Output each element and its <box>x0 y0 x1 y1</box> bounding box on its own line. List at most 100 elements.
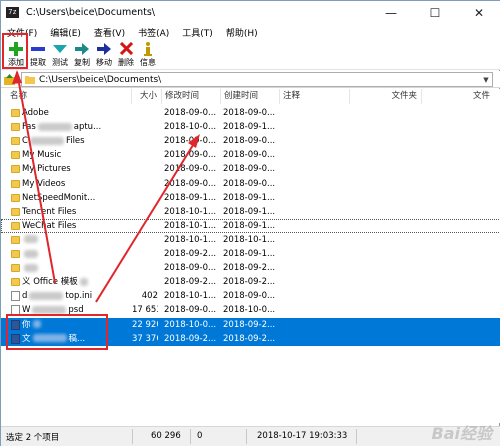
folder-icon <box>11 123 20 132</box>
file-row[interactable]: Fas aptu... 2018-10-0... 2018-09-1... <box>1 120 500 134</box>
chevron-down-icon[interactable]: ▼ <box>480 73 492 86</box>
status-size: 60 296 <box>151 431 181 441</box>
test-label: 测试 <box>52 58 68 67</box>
file-manager-window: 7z C:\Users\beice\Documents\ — ☐ ✕ 文件(F)… <box>0 0 500 446</box>
column-header-comment[interactable]: 注释 <box>280 89 350 104</box>
status-selection: 选定 2 个项目 <box>6 433 60 443</box>
file-name-text: 义 Office 模板 <box>22 277 78 288</box>
up-folder-icon[interactable] <box>1 73 17 85</box>
info-icon <box>140 41 156 56</box>
modified-time: 2018-09-0... <box>164 108 217 118</box>
file-row[interactable]: WeChat Files 2018-10-1... 2018-09-1... <box>1 218 500 233</box>
file-name-text: Tencent Files <box>22 206 77 217</box>
minimize-button[interactable]: — <box>369 1 413 24</box>
modified-time: 2018-09-0... <box>164 263 217 274</box>
folder-icon <box>11 151 20 160</box>
copy-button[interactable]: 复制 <box>71 40 93 70</box>
modified-time: 2018-10-1... <box>164 234 217 245</box>
word-document-icon <box>11 319 20 330</box>
redacted-text <box>37 122 72 131</box>
folder-icon <box>11 250 20 258</box>
add-button[interactable]: 添加 <box>5 40 27 70</box>
modified-time: 2018-09-0... <box>164 305 217 316</box>
redacted-text <box>24 235 38 244</box>
file-name-text: NetSpeedMonit... <box>22 192 96 203</box>
file-name-tail: aptu... <box>73 122 102 133</box>
move-button[interactable]: 移动 <box>93 40 115 70</box>
delete-button[interactable]: 删除 <box>115 40 137 70</box>
file-row[interactable]: Wpsd17 653 7652018-09-0...2018-10-0... <box>1 303 500 317</box>
status-divider <box>356 429 357 444</box>
file-icon <box>11 291 20 302</box>
file-row[interactable]: 2018-09-2... 2018-09-1... <box>1 247 500 261</box>
menu-edit[interactable]: 编辑(E) <box>50 26 81 39</box>
status-bar: 选定 2 个项目 60 296 0 2018-10-17 19:03:33 <box>1 426 500 446</box>
window-title: C:\Users\beice\Documents\ <box>26 7 155 18</box>
created-time: 2018-09-0... <box>223 164 276 175</box>
file-row[interactable]: 2018-10-1... 2018-10-1... <box>1 233 500 247</box>
folder-icon <box>11 278 20 287</box>
file-name-text: d <box>22 291 28 302</box>
file-name: My Music <box>22 148 132 162</box>
column-header-files[interactable]: 文件 <box>422 89 494 104</box>
file-name-text: 文 <box>22 333 31 344</box>
modified-time: 2018-09-2... <box>164 333 217 344</box>
add-label: 添加 <box>8 58 24 67</box>
address-input[interactable]: C:\Users\beice\Documents\ ▼ <box>21 72 493 87</box>
file-size <box>132 162 158 176</box>
file-name <box>22 247 132 261</box>
column-header-name[interactable]: 名称 <box>7 89 132 104</box>
menu-help[interactable]: 帮助(H) <box>226 26 258 39</box>
menu-view[interactable]: 查看(V) <box>94 26 125 39</box>
file-row[interactable]: Tencent Files 2018-10-1... 2018-09-1... <box>1 205 500 219</box>
file-row[interactable]: Adobe 2018-09-0... 2018-09-0... <box>1 106 500 120</box>
title-bar: 7z C:\Users\beice\Documents\ — ☐ ✕ <box>1 1 500 24</box>
file-size <box>132 275 158 289</box>
app-icon: 7z <box>6 7 19 18</box>
file-row[interactable]: 义 Office 模板 2018-09-2... 2018-09-2... <box>1 275 500 289</box>
file-size <box>132 120 158 134</box>
toolbar: 添加 提取 测试 复制 移动 删除 信息 <box>1 40 500 70</box>
file-name-text: 你 <box>22 319 31 330</box>
file-row[interactable]: My Videos 2018-09-0... 2018-09-0... <box>1 177 500 191</box>
file-name-text: My Videos <box>22 178 66 189</box>
extract-button[interactable]: 提取 <box>27 40 49 70</box>
menu-tools[interactable]: 工具(T) <box>182 26 213 39</box>
file-name: My Videos <box>22 177 132 191</box>
column-header-modified[interactable]: 修改时间 <box>162 89 221 104</box>
created-time: 2018-09-1... <box>223 249 276 259</box>
file-row[interactable]: My Music 2018-09-0... 2018-09-0... <box>1 148 500 162</box>
close-button[interactable]: ✕ <box>457 1 500 24</box>
modified-time: 2018-09-0... <box>164 164 217 175</box>
file-row[interactable]: 文 稿... 37 376 2018-09-2... 2018-09-2... <box>1 331 500 346</box>
file-row[interactable]: C Files 2018-09-0... 2018-09-0... <box>1 134 500 148</box>
column-header-created[interactable]: 创建时间 <box>221 89 280 104</box>
file-icon <box>11 305 20 316</box>
status-packed: 0 <box>197 431 203 441</box>
file-size <box>132 261 158 275</box>
column-header-folders[interactable]: 文件夹 <box>350 89 422 104</box>
modified-time: 2018-09-2... <box>164 249 217 259</box>
folder-icon <box>11 207 20 216</box>
file-size <box>132 205 158 219</box>
maximize-button[interactable]: ☐ <box>413 1 457 24</box>
menu-bookmarks[interactable]: 书签(A) <box>138 26 169 39</box>
file-name: WeChat Files <box>22 219 132 233</box>
file-row[interactable]: d top.ini 402 2018-10-1... 2018-09-0... <box>1 289 500 303</box>
file-row[interactable]: NetSpeedMonit... 2018-09-1... 2018-09-1... <box>1 191 500 205</box>
column-header-size[interactable]: 大小 <box>132 89 162 104</box>
copy-label: 复制 <box>74 58 90 67</box>
extract-label: 提取 <box>30 58 46 67</box>
menu-file[interactable]: 文件(F) <box>7 26 37 39</box>
modified-time: 2018-10-1... <box>164 291 217 302</box>
created-time: 2018-09-0... <box>223 291 276 302</box>
check-icon <box>52 41 68 56</box>
file-row[interactable]: 你 22 920 2018-10-0... 2018-09-2... <box>1 317 500 332</box>
file-row[interactable]: 2018-09-0... 2018-09-2... <box>1 261 500 275</box>
info-button[interactable]: 信息 <box>137 40 159 70</box>
test-button[interactable]: 测试 <box>49 40 71 70</box>
file-name-tail: psd <box>68 305 84 316</box>
address-bar: C:\Users\beice\Documents\ ▼ <box>1 71 500 88</box>
file-size: 37 376 <box>132 333 158 344</box>
file-row[interactable]: My Pictures 2018-09-0... 2018-09-0... <box>1 162 500 176</box>
